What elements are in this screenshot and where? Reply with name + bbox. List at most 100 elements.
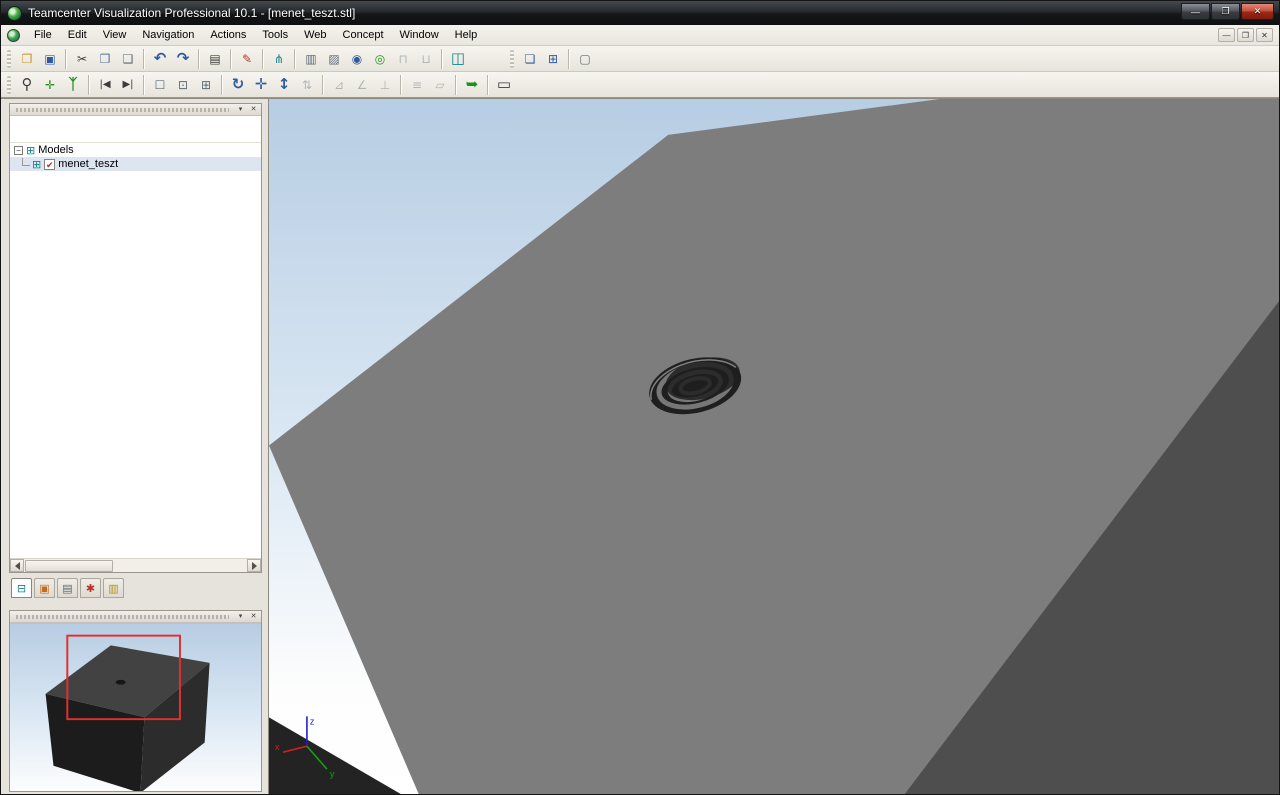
seek-button[interactable]: ✛ — [39, 74, 61, 96]
overview-panel: ▾ ✕ — [9, 610, 262, 792]
measure-distance-button[interactable]: ⊿ — [328, 74, 350, 96]
viewport-3d[interactable]: z x y — [269, 99, 1279, 794]
toolbar-separator — [143, 74, 145, 95]
toolbar-grip[interactable] — [510, 49, 514, 68]
menu-edit[interactable]: Edit — [60, 26, 95, 44]
mdi-minimize-button[interactable]: — — [1218, 28, 1235, 42]
zoom-button[interactable]: ↕ — [273, 74, 295, 96]
menu-actions[interactable]: Actions — [202, 26, 254, 44]
overview-3d-thumbnail[interactable] — [10, 623, 261, 791]
markup-list-button[interactable]: ≡ — [406, 74, 428, 96]
zoom-select-button[interactable]: ⚲ — [16, 74, 38, 96]
menu-concept[interactable]: Concept — [335, 26, 392, 44]
collapse-expander-icon[interactable]: − — [14, 145, 23, 155]
toolbar-separator — [221, 74, 223, 95]
panel-grip[interactable] — [16, 107, 229, 112]
standard-toolbar: ❒ ▣ ✂ ❐ ❑ ↶ ↷ ▤ ✎ ⋔ ▥ ▨ ◉ ◎ ⊓ ⊔ ◫ ❏ ⊞ ▢ — [1, 46, 1279, 72]
previous-view-icon: |◀ — [99, 78, 111, 90]
panel-collapse-button[interactable]: ▾ — [235, 105, 246, 115]
save-button[interactable]: ▣ — [39, 48, 61, 70]
markup-button[interactable]: ✎ — [236, 48, 258, 70]
pencil-icon: ✎ — [241, 51, 253, 66]
views-icon: ▱ — [435, 77, 445, 92]
product-structure-button[interactable]: ⋔ — [268, 48, 290, 70]
compare-button[interactable]: ▨ — [323, 48, 345, 70]
menu-navigation[interactable]: Navigation — [134, 26, 202, 44]
views-list-button[interactable]: ▱ — [429, 74, 451, 96]
panel-close-icon[interactable]: ✕ — [248, 105, 259, 115]
examine-button[interactable]: ◎ — [369, 48, 391, 70]
rotate-button[interactable]: ↻ — [227, 74, 249, 96]
seek-cross-icon: ✛ — [44, 77, 56, 92]
redo-button[interactable]: ↷ — [172, 48, 194, 70]
menu-web[interactable]: Web — [296, 26, 334, 44]
structure-tab-icon: ⊟ — [16, 581, 27, 595]
tab-thumbnail[interactable]: ▣ — [34, 578, 55, 598]
scroll-right-button[interactable] — [247, 559, 261, 572]
section-icon: ▥ — [305, 51, 317, 66]
print-pages-button[interactable]: ⊞ — [542, 48, 564, 70]
unlock-button[interactable]: ⊔ — [415, 48, 437, 70]
tree-row-menet-teszt[interactable]: ⊞ ✔ menet_teszt — [10, 157, 261, 171]
toolbar-separator — [455, 74, 457, 95]
menu-help[interactable]: Help — [447, 26, 486, 44]
measure-perpendicular-button[interactable]: ⊥ — [374, 74, 396, 96]
open-button[interactable]: ❒ — [16, 48, 38, 70]
zoom-area-button[interactable]: ☐ — [149, 74, 171, 96]
tab-layers[interactable]: ▥ — [103, 578, 124, 598]
walk-button[interactable]: ᛉ — [62, 74, 84, 96]
window-close-button[interactable]: ✕ — [1241, 3, 1274, 20]
window-minimize-button[interactable]: — — [1181, 3, 1210, 20]
lock-button[interactable]: ⊓ — [392, 48, 414, 70]
menu-tools[interactable]: Tools — [254, 26, 296, 44]
pan-button[interactable]: ✛ — [250, 74, 272, 96]
tab-links[interactable]: ✱ — [80, 578, 101, 598]
library-button[interactable]: ◫ — [447, 48, 469, 70]
pan-cross-icon: ✛ — [254, 75, 268, 93]
cut-button[interactable]: ✂ — [71, 48, 93, 70]
mdi-close-button[interactable]: ✕ — [1256, 28, 1273, 42]
menu-window[interactable]: Window — [392, 26, 447, 44]
viewport-canvas[interactable]: z x y — [269, 99, 1279, 794]
tree-root-label: Models — [38, 144, 74, 156]
fly-button[interactable]: ⇅ — [296, 74, 318, 96]
menu-file[interactable]: File — [26, 26, 60, 44]
next-view-button[interactable]: ▶| — [117, 74, 139, 96]
panel-close-icon[interactable]: ✕ — [248, 612, 259, 622]
next-view-icon: ▶| — [122, 78, 134, 90]
toolbar-grip[interactable] — [7, 75, 11, 94]
list-icon: ≡ — [411, 77, 423, 92]
copy-button[interactable]: ❐ — [94, 48, 116, 70]
previous-view-button[interactable]: |◀ — [94, 74, 116, 96]
scroll-left-button[interactable] — [10, 559, 24, 572]
snapshot-button[interactable]: ▢ — [574, 48, 596, 70]
toolbar-grip[interactable] — [7, 49, 11, 68]
snapshot-icon: ▢ — [579, 51, 591, 66]
overview-canvas[interactable] — [10, 624, 261, 791]
scrollbar-thumb[interactable] — [25, 559, 113, 572]
overview-panel-header: ▾ ✕ — [10, 611, 261, 623]
printer-icon: ▤ — [209, 51, 221, 66]
print-preview-button[interactable]: ❏ — [519, 48, 541, 70]
zoom-window-button[interactable]: ⊡ — [172, 74, 194, 96]
fit-view-button[interactable]: ⊞ — [195, 74, 217, 96]
tree-row-models[interactable]: − ⊞ Models — [10, 143, 261, 157]
panel-grip[interactable] — [16, 614, 229, 619]
visibility-checkbox[interactable]: ✔ — [44, 158, 56, 170]
sidebar: ▾ ✕ − ⊞ Models ⊞ ✔ menet_teszt ⊟ ▣ ▤ ✱ ▥… — [1, 99, 269, 794]
tab-structure[interactable]: ⊟ — [11, 578, 32, 598]
paste-button[interactable]: ❑ — [117, 48, 139, 70]
measure-angle-button[interactable]: ∠ — [351, 74, 373, 96]
title-bar: Teamcenter Visualization Professional 10… — [1, 1, 1279, 25]
tab-document[interactable]: ▤ — [57, 578, 78, 598]
orbit-button[interactable]: ◉ — [346, 48, 368, 70]
full-screen-button[interactable]: ▭ — [493, 74, 515, 96]
menu-view[interactable]: View — [95, 26, 135, 44]
mdi-restore-button[interactable]: ❐ — [1237, 28, 1254, 42]
refresh-view-button[interactable]: ➥ — [461, 74, 483, 96]
undo-button[interactable]: ↶ — [149, 48, 171, 70]
window-maximize-button[interactable]: ❐ — [1211, 3, 1240, 20]
panel-collapse-button[interactable]: ▾ — [235, 612, 246, 622]
print-button[interactable]: ▤ — [204, 48, 226, 70]
section-button[interactable]: ▥ — [300, 48, 322, 70]
